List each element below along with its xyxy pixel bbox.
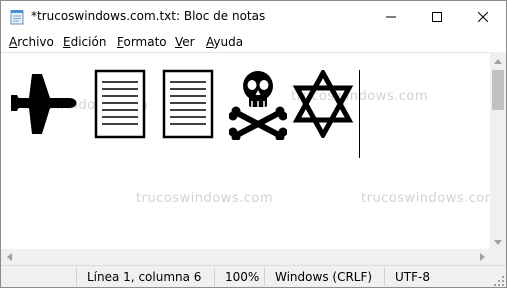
star-of-david-icon <box>292 67 354 141</box>
chevron-right-icon <box>479 250 485 264</box>
scroll-thumb[interactable] <box>492 70 504 110</box>
status-encoding: UTF-8 <box>395 270 430 284</box>
text-caret <box>359 70 360 158</box>
menu-accel: E <box>63 35 71 49</box>
menu-ayuda[interactable]: Ayuda <box>206 35 243 49</box>
vertical-scrollbar[interactable] <box>490 52 506 249</box>
maximize-button[interactable] <box>414 1 460 32</box>
watermark: trucoswindows.com <box>361 191 490 206</box>
status-zoom: 100% <box>225 270 260 284</box>
status-divider <box>384 268 385 286</box>
horizontal-scrollbar[interactable] <box>1 249 490 265</box>
close-icon <box>478 11 488 22</box>
status-line-endings: Windows (CRLF) <box>275 270 373 284</box>
title-bar[interactable]: *trucoswindows.com.txt: Bloc de notas <box>1 1 506 32</box>
minimize-icon <box>386 12 396 22</box>
scroll-right-button[interactable] <box>474 249 490 265</box>
close-button[interactable] <box>460 1 506 32</box>
status-divider <box>214 268 215 286</box>
menu-accel: A <box>9 35 18 49</box>
menu-archivo[interactable]: Archivo <box>9 35 54 49</box>
window-title: *trucoswindows.com.txt: Bloc de notas <box>31 9 266 23</box>
minimize-button[interactable] <box>368 1 414 32</box>
notepad-window: *trucoswindows.com.txt: Bloc de notas Ar… <box>0 0 507 288</box>
watermark: trucoswindows.com <box>136 191 274 206</box>
menu-bar: Archivo Edición Formato Ver Ayuda <box>1 32 506 52</box>
skull-crossbones-icon <box>228 68 288 143</box>
menu-edicion[interactable]: Edición <box>63 35 106 49</box>
document-icon <box>94 69 148 142</box>
scrollbar-corner <box>490 249 506 265</box>
scroll-up-button[interactable] <box>490 52 506 68</box>
scroll-left-button[interactable] <box>1 249 17 265</box>
status-divider <box>76 268 77 286</box>
chevron-up-icon <box>494 53 502 67</box>
maximize-icon <box>432 11 442 22</box>
text-editor[interactable]: trucoswindows.com trucoswindows.com truc… <box>1 52 490 250</box>
menu-formato[interactable]: Formato <box>117 35 167 49</box>
status-position: Línea 1, columna 6 <box>87 270 202 284</box>
menu-label: yuda <box>213 35 244 49</box>
menu-label: dición <box>70 35 107 49</box>
status-bar: Línea 1, columna 6 100% Windows (CRLF) U… <box>1 265 506 287</box>
scroll-down-button[interactable] <box>490 233 506 249</box>
notepad-icon <box>10 9 24 25</box>
menu-label: rchivo <box>17 35 54 49</box>
menu-label: er <box>182 35 195 49</box>
menu-ver[interactable]: Ver <box>175 35 195 49</box>
chevron-left-icon <box>6 250 12 264</box>
menu-label: ormato <box>123 35 167 49</box>
document-icon <box>162 69 216 142</box>
resize-grip-icon[interactable] <box>494 275 504 286</box>
status-divider <box>264 268 265 286</box>
airplane-icon <box>9 71 81 140</box>
chevron-down-icon <box>494 234 502 248</box>
